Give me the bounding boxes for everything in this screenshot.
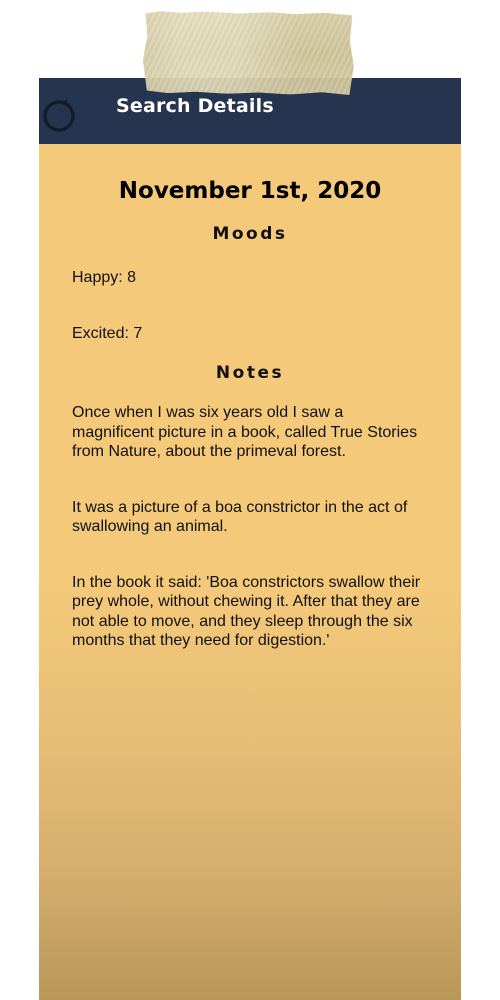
screenshot-stage: Search Details November 1st, 2020 Moods …: [0, 0, 500, 1000]
back-button[interactable]: [42, 99, 76, 133]
entry-details: November 1st, 2020 Moods Happy: 8 Excite…: [39, 144, 461, 651]
note-paragraph-1: Once when I was six years old I saw a ma…: [72, 404, 418, 460]
mood-list: Happy: 8 Excited: 7: [72, 268, 428, 344]
note-paragraph-3: In the book it said: 'Boa constrictors s…: [72, 573, 421, 650]
back-circle-icon: [43, 99, 75, 132]
mood-item-excited: Excited: 7: [72, 325, 143, 342]
mood-item-happy: Happy: 8: [72, 269, 137, 286]
phone-screen: Search Details November 1st, 2020 Moods …: [39, 78, 461, 1000]
tape-strip: [143, 11, 355, 95]
note-paragraph-2: It was a picture of a boa constrictor in…: [72, 498, 408, 536]
moods-heading: Moods: [212, 224, 288, 244]
page-title: Search Details: [116, 95, 274, 117]
entry-date: November 1st, 2020: [118, 178, 382, 204]
notes-heading: Notes: [215, 363, 285, 383]
